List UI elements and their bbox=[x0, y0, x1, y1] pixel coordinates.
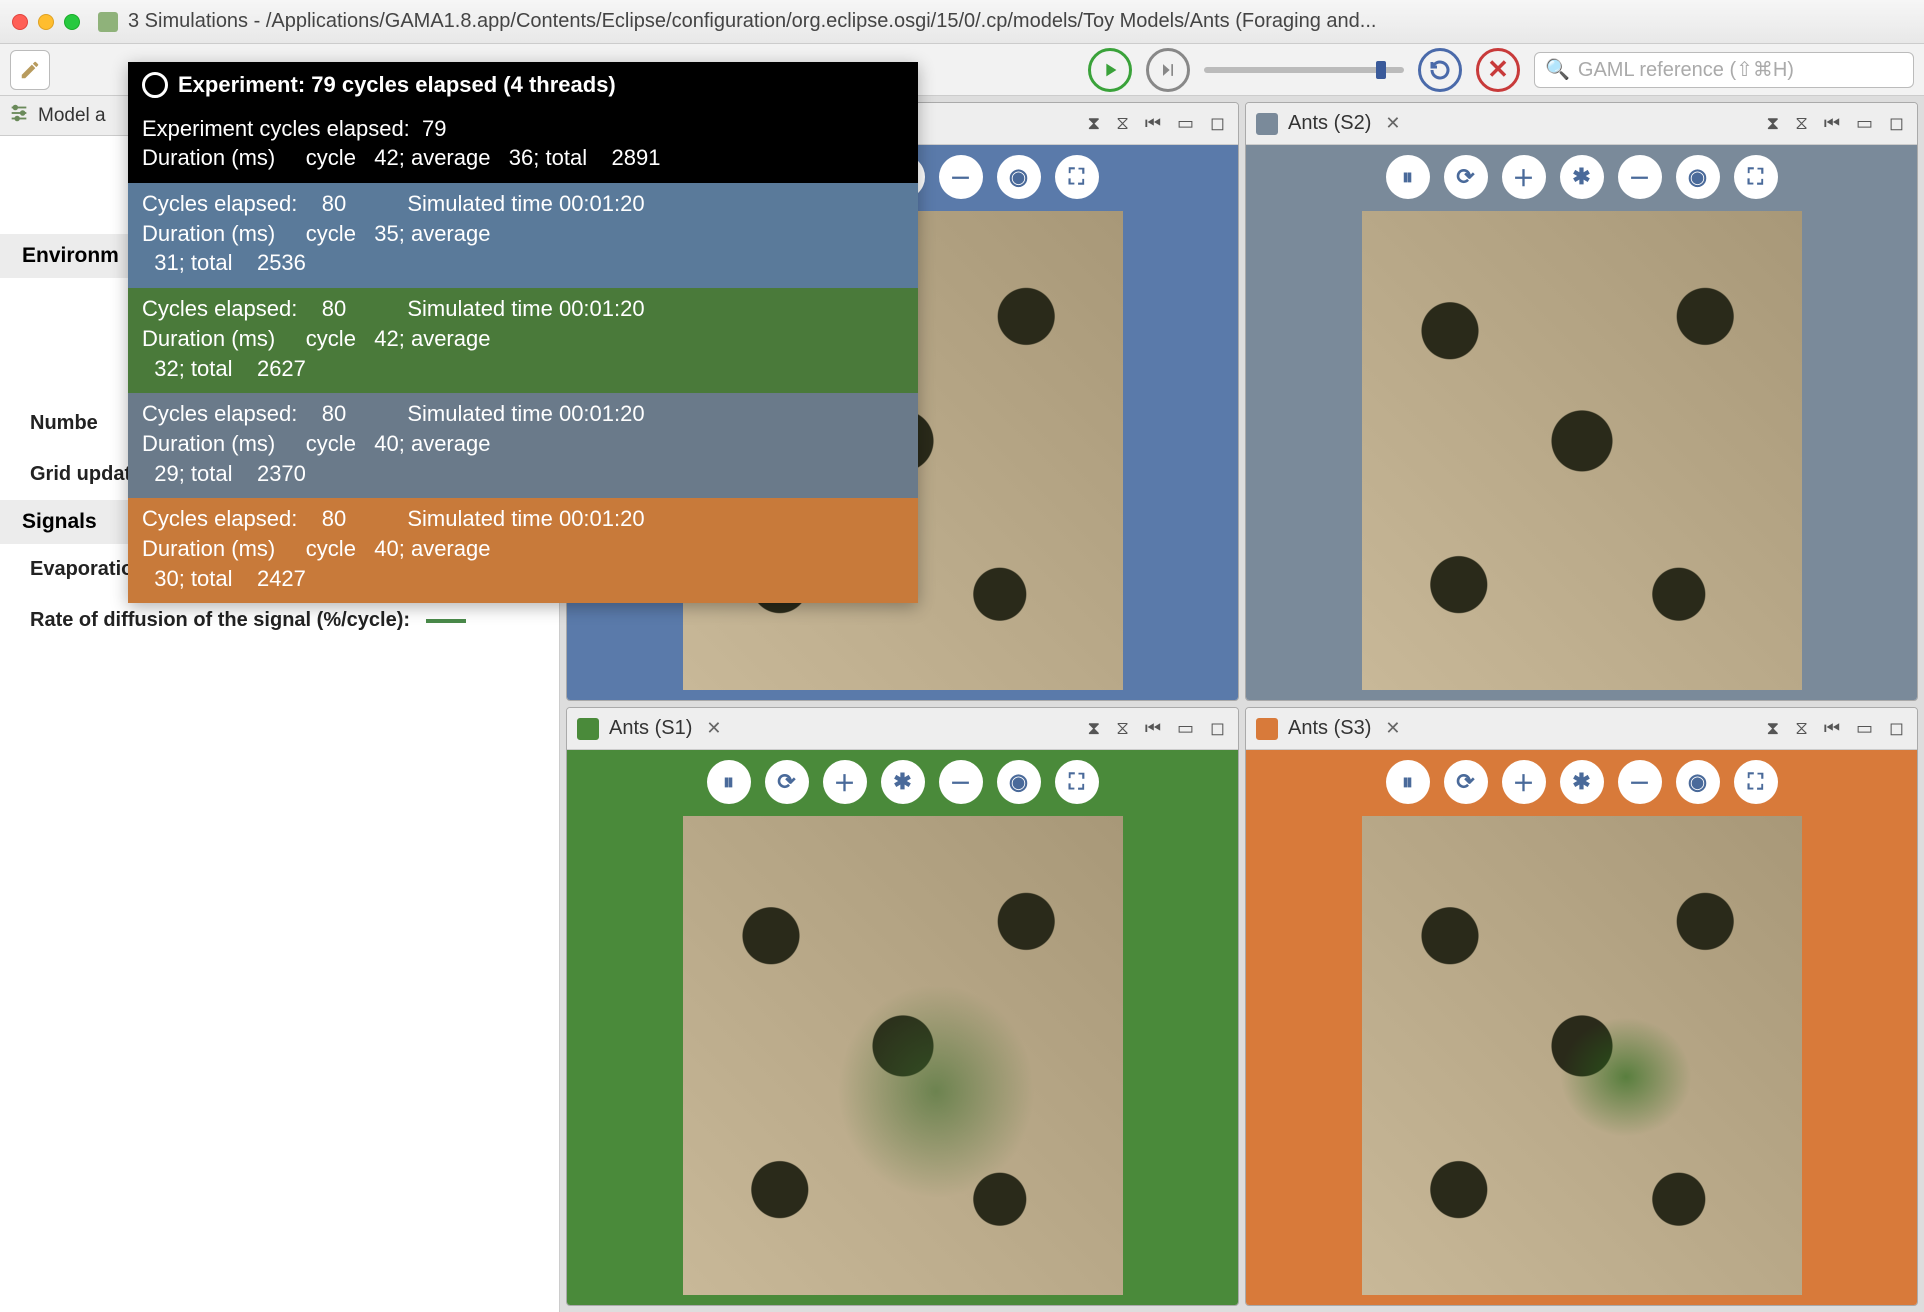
pane-tool-icon[interactable]: ◻ bbox=[1210, 113, 1225, 134]
pause-icon[interactable]: ⏸ bbox=[1386, 760, 1430, 804]
pane-s3-label: Ants (S3) bbox=[1288, 717, 1371, 740]
fit-icon[interactable]: ✱ bbox=[881, 760, 925, 804]
zoom-out-icon[interactable]: － bbox=[1618, 155, 1662, 199]
fullscreen-icon[interactable]: ⛶ bbox=[1734, 155, 1778, 199]
maximize-window-button[interactable] bbox=[64, 14, 80, 30]
reload-button[interactable] bbox=[1418, 48, 1462, 92]
edit-button[interactable] bbox=[10, 50, 50, 90]
fullscreen-icon[interactable]: ⛶ bbox=[1734, 760, 1778, 804]
pane-tool-icon[interactable]: ⏮ bbox=[1824, 113, 1840, 134]
pane-tool-icon[interactable]: ⧗ bbox=[1767, 718, 1780, 739]
experiment-summary: Experiment cycles elapsed: 79 Duration (… bbox=[128, 108, 918, 183]
snapshot-icon[interactable]: ◉ bbox=[1676, 760, 1720, 804]
diffusion-slider[interactable] bbox=[426, 619, 466, 623]
pane-color-icon bbox=[1256, 113, 1278, 135]
zoom-out-icon[interactable]: － bbox=[939, 760, 983, 804]
sync-icon[interactable]: ⟳ bbox=[1444, 155, 1488, 199]
pane-tool-icon[interactable]: ⧖ bbox=[1116, 718, 1129, 739]
pane-color-icon bbox=[577, 718, 599, 740]
pane-tool-icon[interactable]: ◻ bbox=[1889, 718, 1904, 739]
pane-color-icon bbox=[1256, 718, 1278, 740]
play-button[interactable] bbox=[1088, 48, 1132, 92]
experiment-sim3: Cycles elapsed: 80 Simulated time 00:01:… bbox=[128, 498, 918, 603]
pane-s1-label: Ants (S1) bbox=[609, 717, 692, 740]
zoom-in-icon[interactable]: ＋ bbox=[823, 760, 867, 804]
fit-icon[interactable]: ✱ bbox=[1560, 155, 1604, 199]
pane-tool-icon[interactable]: ⧗ bbox=[1088, 718, 1101, 739]
pause-icon[interactable]: ⏸ bbox=[1386, 155, 1430, 199]
experiment-sim1: Cycles elapsed: 80 Simulated time 00:01:… bbox=[128, 288, 918, 393]
parameters-icon bbox=[8, 102, 30, 130]
zoom-out-icon[interactable]: － bbox=[1618, 760, 1662, 804]
stop-button[interactable]: ✕ bbox=[1476, 48, 1520, 92]
zoom-in-icon[interactable]: ＋ bbox=[1502, 760, 1546, 804]
experiment-overlay: Experiment: 79 cycles elapsed (4 threads… bbox=[128, 62, 918, 603]
clock-icon bbox=[142, 72, 168, 98]
window-controls bbox=[12, 14, 80, 30]
pane-s2-label: Ants (S2) bbox=[1288, 112, 1371, 135]
experiment-header: Experiment: 79 cycles elapsed (4 threads… bbox=[128, 62, 918, 108]
pane-s3-tab[interactable]: Ants (S3) ✕ ⧗ ⧖ ⏮ ▭ ◻ bbox=[1246, 708, 1917, 750]
pane-tool-icon[interactable]: ▭ bbox=[1856, 718, 1873, 739]
pane-tool-icon[interactable]: ▭ bbox=[1177, 718, 1194, 739]
zoom-out-icon[interactable]: － bbox=[939, 155, 983, 199]
window-title: 3 Simulations - /Applications/GAMA1.8.ap… bbox=[128, 10, 1376, 33]
step-button[interactable] bbox=[1146, 48, 1190, 92]
pane-tool-icon[interactable]: ⧗ bbox=[1767, 113, 1780, 134]
pane-controls: ⏸ ⟳ ＋ ✱ － ◉ ⛶ bbox=[1386, 760, 1778, 804]
pane-s1-tab[interactable]: Ants (S1) ✕ ⧗ ⧖ ⏮ ▭ ◻ bbox=[567, 708, 1238, 750]
pane-tool-icon[interactable]: ⧗ bbox=[1088, 113, 1101, 134]
search-placeholder: GAML reference (⇧⌘H) bbox=[1578, 57, 1794, 82]
close-icon[interactable]: ✕ bbox=[1385, 113, 1400, 134]
pause-icon[interactable]: ⏸ bbox=[707, 760, 751, 804]
pane-tool-icon[interactable]: ▭ bbox=[1856, 113, 1873, 134]
experiment-sim2: Cycles elapsed: 80 Simulated time 00:01:… bbox=[128, 393, 918, 498]
experiment-sim0: Cycles elapsed: 80 Simulated time 00:01:… bbox=[128, 183, 918, 288]
fullscreen-icon[interactable]: ⛶ bbox=[1055, 760, 1099, 804]
pane-s2: Ants (S2) ✕ ⧗ ⧖ ⏮ ▭ ◻ ⏸ ⟳ ＋ ✱ － ◉ ⛶ bbox=[1245, 102, 1918, 701]
snapshot-icon[interactable]: ◉ bbox=[997, 155, 1041, 199]
pane-tool-icon[interactable]: ⏮ bbox=[1145, 113, 1161, 134]
pane-tool-icon[interactable]: ◻ bbox=[1210, 718, 1225, 739]
pane-tool-icon[interactable]: ⧖ bbox=[1795, 113, 1808, 134]
minimize-window-button[interactable] bbox=[38, 14, 54, 30]
close-icon[interactable]: ✕ bbox=[1385, 718, 1400, 739]
pane-controls: ⏸ ⟳ ＋ ✱ － ◉ ⛶ bbox=[1386, 155, 1778, 199]
pane-controls: ⏸ ⟳ ＋ ✱ － ◉ ⛶ bbox=[707, 760, 1099, 804]
pane-tool-icon[interactable]: ▭ bbox=[1177, 113, 1194, 134]
pane-s3: Ants (S3) ✕ ⧗ ⧖ ⏮ ▭ ◻ ⏸ ⟳ ＋ ✱ － ◉ ⛶ bbox=[1245, 707, 1918, 1306]
pane-tool-icon[interactable]: ⏮ bbox=[1824, 718, 1840, 739]
sync-icon[interactable]: ⟳ bbox=[1444, 760, 1488, 804]
titlebar: 3 Simulations - /Applications/GAMA1.8.ap… bbox=[0, 0, 1924, 44]
fit-icon[interactable]: ✱ bbox=[1560, 760, 1604, 804]
zoom-in-icon[interactable]: ＋ bbox=[1502, 155, 1546, 199]
snapshot-icon[interactable]: ◉ bbox=[997, 760, 1041, 804]
fullscreen-icon[interactable]: ⛶ bbox=[1055, 155, 1099, 199]
pane-tool-icon[interactable]: ⧖ bbox=[1116, 113, 1129, 134]
app-icon bbox=[98, 12, 118, 32]
sync-icon[interactable]: ⟳ bbox=[765, 760, 809, 804]
close-window-button[interactable] bbox=[12, 14, 28, 30]
simulation-canvas[interactable] bbox=[1362, 211, 1802, 690]
snapshot-icon[interactable]: ◉ bbox=[1676, 155, 1720, 199]
search-icon: 🔍 bbox=[1545, 57, 1570, 82]
simulation-canvas[interactable] bbox=[1362, 816, 1802, 1295]
pane-tool-icon[interactable]: ◻ bbox=[1889, 113, 1904, 134]
pane-s2-tab[interactable]: Ants (S2) ✕ ⧗ ⧖ ⏮ ▭ ◻ bbox=[1246, 103, 1917, 145]
search-input[interactable]: 🔍 GAML reference (⇧⌘H) bbox=[1534, 52, 1914, 88]
pane-tool-icon[interactable]: ⧖ bbox=[1795, 718, 1808, 739]
simulation-canvas[interactable] bbox=[683, 816, 1123, 1295]
close-icon[interactable]: ✕ bbox=[706, 718, 721, 739]
sidebar-tab-label[interactable]: Model a bbox=[38, 105, 106, 127]
pane-s1: Ants (S1) ✕ ⧗ ⧖ ⏮ ▭ ◻ ⏸ ⟳ ＋ ✱ － ◉ ⛶ bbox=[566, 707, 1239, 1306]
speed-slider[interactable] bbox=[1204, 67, 1404, 73]
pane-tool-icon[interactable]: ⏮ bbox=[1145, 718, 1161, 739]
